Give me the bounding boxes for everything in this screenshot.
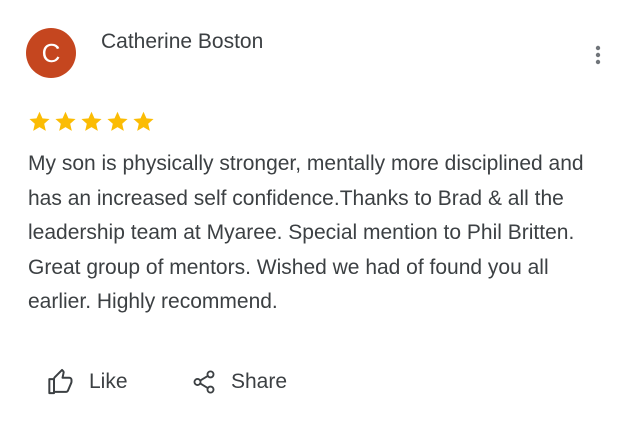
more-options-button[interactable] [584, 40, 612, 70]
avatar[interactable]: C [26, 28, 76, 78]
author-name[interactable]: Catherine Boston [101, 30, 263, 54]
share-icon [193, 370, 215, 394]
thumbs-up-icon [48, 368, 73, 395]
share-button[interactable]: Share [191, 362, 287, 402]
like-button[interactable]: Like [47, 362, 128, 402]
avatar-letter: C [41, 38, 61, 68]
star-icon [106, 110, 129, 133]
star-icon [80, 110, 103, 133]
star-rating [28, 110, 155, 133]
star-icon [28, 110, 51, 133]
like-label: Like [89, 370, 128, 393]
review-text: My son is physically stronger, mentally … [28, 152, 584, 313]
star-icon [54, 110, 77, 133]
share-label: Share [231, 370, 288, 393]
more-vert-icon [595, 45, 601, 65]
star-icon [132, 110, 155, 133]
